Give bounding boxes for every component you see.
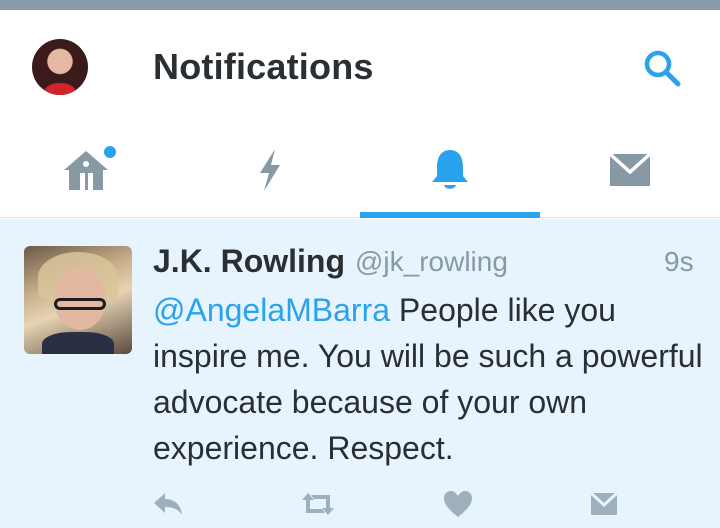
lightning-icon bbox=[260, 149, 280, 191]
direct-message-icon bbox=[589, 491, 619, 515]
reply-icon bbox=[154, 493, 182, 515]
like-button[interactable] bbox=[440, 486, 476, 522]
tab-moments[interactable] bbox=[180, 122, 360, 218]
profile-avatar[interactable] bbox=[32, 39, 88, 95]
envelope-icon bbox=[608, 152, 652, 186]
home-badge bbox=[104, 146, 116, 158]
tab-messages[interactable] bbox=[540, 122, 720, 218]
search-icon bbox=[644, 50, 681, 87]
page-title: Notifications bbox=[153, 46, 374, 87]
tab-home[interactable] bbox=[0, 122, 180, 218]
status-bar bbox=[0, 0, 720, 10]
selected-tab-indicator bbox=[360, 212, 540, 218]
tab-notifications[interactable] bbox=[360, 122, 540, 218]
tweet-author-handle[interactable]: @jk_rowling bbox=[355, 246, 508, 278]
home-icon bbox=[64, 146, 116, 190]
tweet-timestamp: 9s bbox=[664, 246, 694, 277]
retweet-icon bbox=[302, 493, 334, 515]
like-icon bbox=[444, 491, 472, 517]
search-button[interactable] bbox=[640, 46, 684, 90]
tweet-author-avatar[interactable] bbox=[24, 246, 132, 354]
tweet-author-name[interactable]: J.K. Rowling bbox=[153, 243, 345, 280]
tweet-text: @AngelaMBarra People like you inspire me… bbox=[153, 287, 708, 471]
direct-message-button[interactable] bbox=[586, 486, 622, 522]
app-header: Notifications bbox=[0, 10, 720, 122]
reply-button[interactable] bbox=[150, 486, 186, 522]
tweet-mention-link[interactable]: @AngelaMBarra bbox=[153, 292, 390, 328]
tab-bar bbox=[0, 122, 720, 218]
retweet-button[interactable] bbox=[300, 486, 336, 522]
bell-icon bbox=[432, 150, 468, 189]
